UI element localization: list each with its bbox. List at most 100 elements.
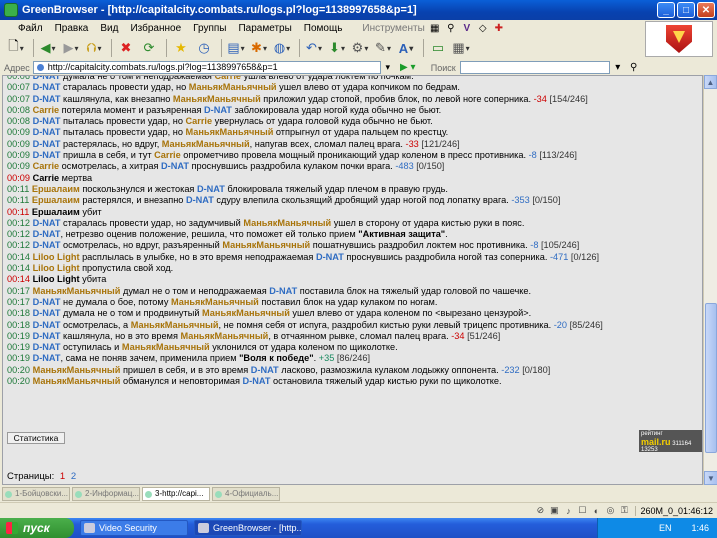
tile-windows-icon[interactable]: ▤ xyxy=(226,38,246,58)
font-size-icon[interactable]: A xyxy=(396,38,416,58)
url-dropdown-icon[interactable]: ▾ xyxy=(381,61,395,74)
player-name[interactable]: D-NAT xyxy=(251,365,279,375)
stop-icon[interactable]: ✖ xyxy=(116,38,136,58)
menu-options[interactable]: Параметры xyxy=(232,23,297,34)
statistics-button[interactable]: Статистика xyxy=(7,432,65,444)
player-name[interactable]: МаньякМаньячный xyxy=(131,320,219,330)
image-icon[interactable]: ▣ xyxy=(547,505,561,516)
refresh-icon[interactable]: ⟳ xyxy=(139,38,159,58)
player-name[interactable]: МаньякМаньячный xyxy=(33,365,121,375)
cookie-icon[interactable]: ◐ xyxy=(589,506,603,516)
scroll-down-icon[interactable]: ▼ xyxy=(704,471,717,485)
screen-icon[interactable]: ▭ xyxy=(428,38,448,58)
tab-2[interactable]: 2-Информац... xyxy=(72,487,140,501)
search-dropdown-icon[interactable]: ▾ xyxy=(610,62,626,73)
undo-close-icon[interactable]: ↶ xyxy=(304,38,324,58)
popup-block-icon[interactable]: ⊘ xyxy=(533,505,547,516)
player-name[interactable]: D-NAT xyxy=(186,195,214,205)
maximize-button[interactable]: □ xyxy=(677,2,695,18)
menu-edit[interactable]: Правка xyxy=(49,23,95,34)
menu-view[interactable]: Вид xyxy=(94,23,124,34)
page-link-2[interactable]: 2 xyxy=(71,471,76,482)
player-name[interactable]: D-NAT xyxy=(33,82,61,92)
forward-icon[interactable]: ▶ xyxy=(61,38,81,58)
player-name[interactable]: D-NAT xyxy=(197,184,225,194)
player-name[interactable]: Carrie xyxy=(33,161,60,171)
tools-settings-icon[interactable]: ✱ xyxy=(249,38,269,58)
player-name[interactable]: Carrie xyxy=(33,105,60,115)
rating-counter[interactable]: рейтинг mail.ru 311164 13253 xyxy=(639,430,702,453)
player-name[interactable]: D-NAT xyxy=(33,342,61,352)
history-icon[interactable]: ◷ xyxy=(194,38,214,58)
minimize-button[interactable]: _ xyxy=(657,2,675,18)
back-icon[interactable]: ◀ xyxy=(38,38,58,58)
player-name[interactable]: D-NAT xyxy=(316,252,344,262)
player-name[interactable]: D-NAT xyxy=(269,286,297,296)
task-video-security[interactable]: Video Security xyxy=(80,520,188,536)
player-name[interactable]: D-NAT xyxy=(33,94,61,104)
search-input[interactable] xyxy=(459,61,610,74)
player-name[interactable]: D-NAT xyxy=(33,229,61,239)
go-icon[interactable]: ▶ ▾ xyxy=(395,62,421,73)
player-name[interactable]: МаньякМаньячный xyxy=(243,218,331,228)
task-greenbrowser[interactable]: GreenBrowser - [http... xyxy=(194,520,302,536)
script-icon[interactable]: ☐ xyxy=(575,505,589,516)
menu-file[interactable]: Файл xyxy=(12,23,49,34)
player-name[interactable]: D-NAT xyxy=(33,116,61,126)
menu-favorites[interactable]: Избранное xyxy=(124,23,187,34)
start-button[interactable]: пуск xyxy=(0,518,74,538)
player-name[interactable]: МаньякМаньячный xyxy=(122,342,210,352)
player-name[interactable]: МаньякМаньячный xyxy=(186,127,274,137)
player-name[interactable]: D-NAT xyxy=(33,139,61,149)
player-name[interactable]: МаньякМаньячный xyxy=(162,139,250,149)
player-name[interactable]: Carrie xyxy=(214,76,241,81)
player-name[interactable]: Liloo Light xyxy=(33,263,80,273)
new-page-icon[interactable]: 🗋 xyxy=(6,38,26,58)
player-name[interactable]: D-NAT xyxy=(33,331,61,341)
menu-help[interactable]: Помощь xyxy=(298,23,349,34)
player-name[interactable]: D-NAT xyxy=(33,297,61,307)
proxy-icon[interactable]: ⚙ xyxy=(350,38,370,58)
player-name[interactable]: Ершалаим xyxy=(32,195,80,205)
diamond-icon[interactable]: ◇ xyxy=(477,22,489,34)
language-indicator[interactable]: EN xyxy=(659,523,672,533)
search-go-icon[interactable]: ⚲ xyxy=(626,62,642,73)
player-name[interactable]: МаньякМаньячный xyxy=(33,286,121,296)
edit-icon[interactable]: ✎ xyxy=(373,38,393,58)
player-name[interactable]: МаньякМаньячный xyxy=(189,82,277,92)
plus-icon[interactable]: ✚ xyxy=(493,22,505,34)
folder-up-icon[interactable]: ⮉ xyxy=(84,38,104,58)
grid-icon[interactable]: ▦ xyxy=(429,22,441,34)
vertical-scrollbar[interactable]: ▲ ▼ xyxy=(703,75,717,485)
sound-icon[interactable]: ♪ xyxy=(561,506,575,516)
v-icon[interactable]: V xyxy=(461,22,473,34)
favorites-star-icon[interactable]: ★ xyxy=(171,38,191,58)
search-small-icon[interactable]: ⚲ xyxy=(445,22,457,34)
player-name[interactable]: D-NAT xyxy=(33,218,61,228)
close-button[interactable]: ✕ xyxy=(697,2,715,18)
player-name[interactable]: D-NAT xyxy=(161,161,189,171)
player-name[interactable]: D-NAT xyxy=(204,105,232,115)
tab-3[interactable]: 3-http://capi... xyxy=(142,487,210,501)
player-name[interactable]: Carrie xyxy=(154,150,181,160)
player-name[interactable]: D-NAT xyxy=(33,320,61,330)
tab-1[interactable]: 1-Бойцовски... xyxy=(2,487,70,501)
player-name[interactable]: D-NAT xyxy=(33,127,61,137)
player-name[interactable]: D-NAT xyxy=(33,150,61,160)
url-input[interactable]: http://capitalcity.combats.ru/logs.pl?lo… xyxy=(32,61,381,74)
player-name[interactable]: D-NAT xyxy=(33,240,61,250)
globe-icon[interactable]: ◍ xyxy=(272,38,292,58)
player-name[interactable]: D-NAT xyxy=(33,353,61,363)
page-link-1[interactable]: 1 xyxy=(60,471,65,482)
player-name[interactable]: МаньякМаньячный xyxy=(33,376,121,386)
download-icon[interactable]: ⬇ xyxy=(327,38,347,58)
tab-4[interactable]: 4-Официаль... xyxy=(212,487,280,501)
proxy-status-icon[interactable]: ◎ xyxy=(603,505,617,516)
scroll-thumb[interactable] xyxy=(705,303,717,453)
player-name[interactable]: МаньякМаньячный xyxy=(222,240,310,250)
scroll-up-icon[interactable]: ▲ xyxy=(704,75,717,89)
grid-view-icon[interactable]: ▦ xyxy=(451,38,471,58)
player-name[interactable]: D-NAT xyxy=(33,308,61,318)
menu-groups[interactable]: Группы xyxy=(187,23,232,34)
player-name[interactable]: МаньякМаньячный xyxy=(171,297,259,307)
